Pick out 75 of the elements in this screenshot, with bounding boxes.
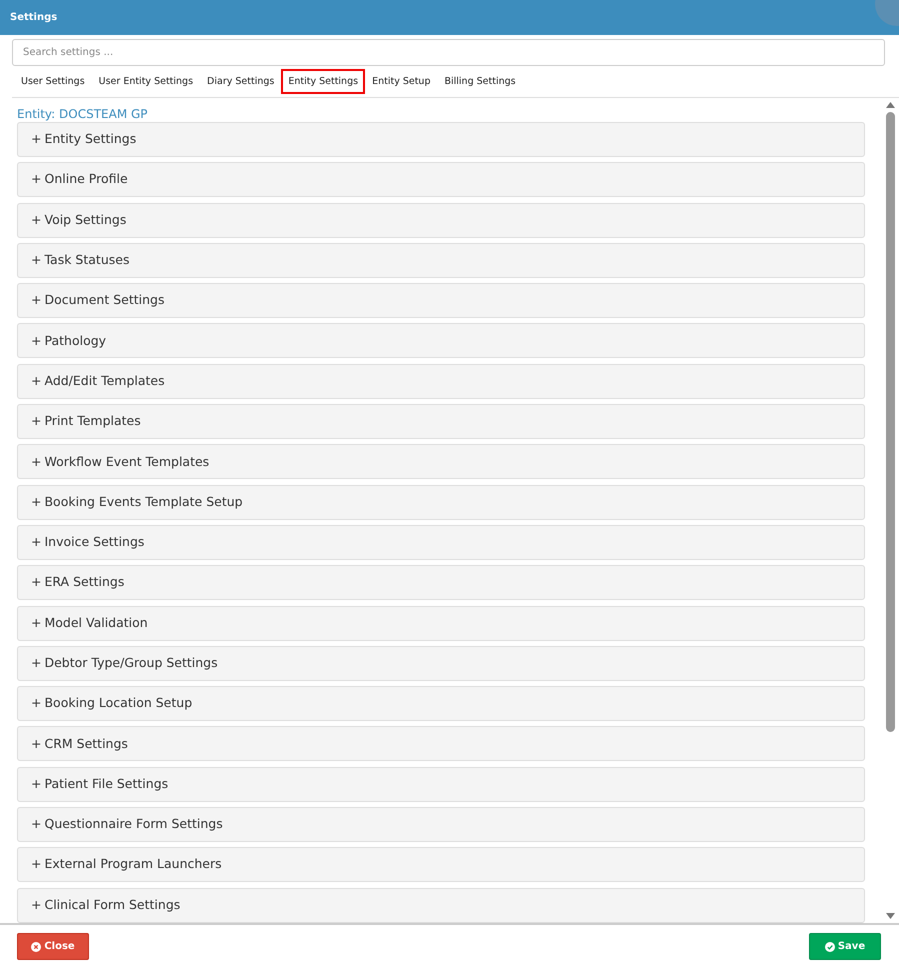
section-header[interactable]: + Entity Settings — [17, 122, 865, 157]
search-field[interactable]: Search settings ... — [12, 39, 885, 66]
section-title: ERA Settings — [44, 573, 124, 592]
expand-icon[interactable]: + — [31, 815, 42, 834]
section-header[interactable]: + Clinical Form Settings — [17, 888, 865, 923]
settings-tab[interactable]: Billing Settings — [437, 68, 523, 94]
section-title: Debtor Type/Group Settings — [44, 654, 218, 672]
section-title: External Program Launchers — [44, 855, 222, 874]
section-header[interactable]: + Model Validation — [17, 606, 865, 641]
section-header[interactable]: + ERA Settings — [17, 565, 865, 600]
section-title: Model Validation — [44, 614, 148, 632]
close-icon — [31, 942, 42, 952]
settings-tab[interactable]: Entity Setup — [365, 68, 438, 94]
section-title: Add/Edit Templates — [44, 372, 165, 390]
section-title: Invoice Settings — [44, 533, 144, 552]
section-title: Voip Settings — [44, 210, 126, 229]
section-title: Booking Location Setup — [44, 694, 192, 712]
entity-heading: Entity: DOCSTEAM GP — [17, 106, 149, 122]
section-title: Questionnaire Form Settings — [44, 815, 223, 834]
section-title: Clinical Form Settings — [44, 896, 180, 914]
expand-icon[interactable]: + — [31, 130, 42, 149]
close-button[interactable]: Close — [17, 933, 89, 960]
section-title: Online Profile — [44, 170, 128, 188]
expand-icon[interactable]: + — [31, 573, 42, 592]
section-header[interactable]: + Add/Edit Templates — [17, 364, 865, 399]
section-title: Booking Events Template Setup — [44, 492, 243, 511]
section-header[interactable]: + Online Profile — [17, 162, 865, 198]
section-header[interactable]: + Pathology — [17, 323, 865, 358]
section-header[interactable]: + Patient File Settings — [17, 766, 865, 802]
check-icon — [824, 942, 835, 952]
settings-tab[interactable]: Diary Settings — [200, 68, 282, 94]
section-header[interactable]: + Debtor Type/Group Settings — [17, 646, 865, 681]
expand-icon[interactable]: + — [31, 492, 42, 512]
section-header[interactable]: + CRM Settings — [17, 726, 865, 762]
expand-icon[interactable]: + — [31, 291, 42, 310]
expand-icon[interactable]: + — [31, 855, 42, 874]
section-title: Patient File Settings — [44, 774, 168, 793]
section-header[interactable]: + Questionnaire Form Settings — [17, 807, 865, 842]
expand-icon[interactable]: + — [31, 614, 42, 632]
expand-icon[interactable]: + — [31, 332, 42, 350]
expand-icon[interactable]: + — [31, 694, 42, 714]
section-header[interactable]: + Invoice Settings — [17, 524, 865, 560]
scrollbar-thumb[interactable] — [886, 112, 894, 732]
window-title: Settings — [10, 11, 58, 25]
settings-tab[interactable]: Entity Settings — [281, 68, 366, 94]
expand-icon[interactable]: + — [31, 533, 42, 552]
expand-icon[interactable]: + — [31, 896, 42, 915]
section-title: Print Templates — [44, 412, 141, 430]
section-header[interactable]: + External Program Launchers — [17, 847, 865, 882]
section-title: Task Statuses — [44, 251, 130, 270]
section-title: Document Settings — [44, 291, 164, 310]
expand-icon[interactable]: + — [31, 170, 42, 190]
section-header[interactable]: + Workflow Event Templates — [17, 444, 865, 480]
section-header[interactable]: + Document Settings — [17, 283, 865, 318]
section-header[interactable]: + Print Templates — [17, 404, 865, 440]
section-header[interactable]: + Booking Location Setup — [17, 686, 865, 722]
section-header[interactable]: + Task Statuses — [17, 242, 865, 278]
section-header[interactable]: + Voip Settings — [17, 202, 865, 238]
expand-icon[interactable]: + — [31, 774, 42, 794]
section-title: Pathology — [44, 332, 106, 350]
scroll-up-icon[interactable] — [886, 102, 894, 108]
settings-tab[interactable]: User Entity Settings — [92, 68, 200, 94]
expand-icon[interactable]: + — [31, 210, 42, 230]
expand-icon[interactable]: + — [31, 734, 42, 754]
expand-icon[interactable]: + — [31, 654, 42, 673]
expand-icon[interactable]: + — [31, 251, 42, 270]
expand-icon[interactable]: + — [31, 372, 42, 391]
section-title: Workflow Event Templates — [44, 452, 210, 471]
section-title: CRM Settings — [44, 734, 128, 753]
expand-icon[interactable]: + — [31, 412, 42, 431]
scroll-down-icon[interactable] — [886, 913, 894, 919]
section-header[interactable]: + Booking Events Template Setup — [17, 484, 865, 520]
expand-icon[interactable]: + — [31, 452, 42, 472]
settings-tab[interactable]: User Settings — [14, 68, 92, 94]
section-title: Entity Settings — [44, 130, 136, 148]
